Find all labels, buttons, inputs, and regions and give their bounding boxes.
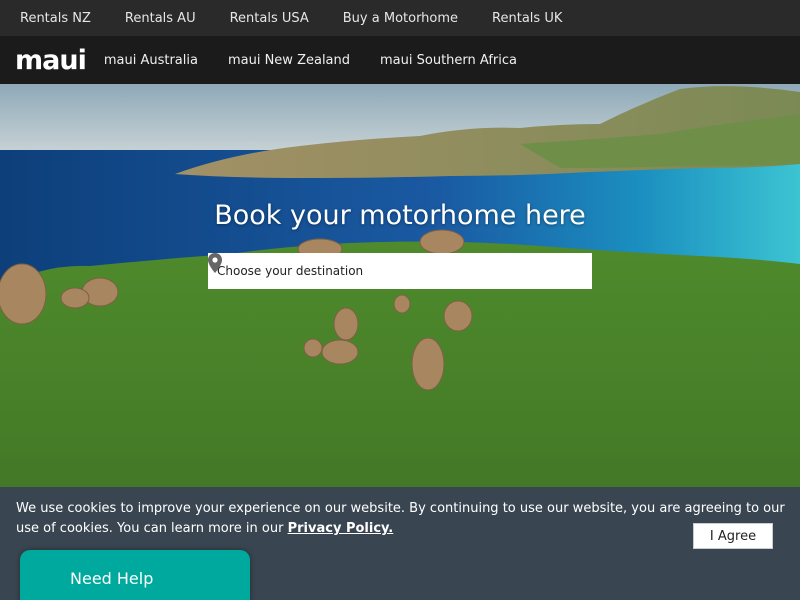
- cookie-message: We use cookies to improve your experienc…: [16, 499, 786, 539]
- need-help-label: Need Help: [70, 569, 154, 588]
- top-navigation: Rentals NZ Rentals AU Rentals USA Buy a …: [0, 0, 800, 36]
- hero-title: Book your motorhome here: [214, 200, 586, 231]
- maui-logo[interactable]: maui: [15, 47, 87, 74]
- destination-select[interactable]: Choose your destination: [208, 253, 592, 289]
- nav-link-maui-new-zealand[interactable]: maui New Zealand: [228, 53, 350, 68]
- privacy-policy-link[interactable]: Privacy Policy.: [288, 521, 394, 536]
- nav-link-rentals-au[interactable]: Rentals AU: [125, 11, 196, 26]
- nav-link-buy-motorhome[interactable]: Buy a Motorhome: [343, 11, 458, 26]
- nav-link-maui-southern-africa[interactable]: maui Southern Africa: [380, 53, 517, 68]
- need-help-button[interactable]: Need Help: [20, 550, 250, 600]
- nav-link-rentals-usa[interactable]: Rentals USA: [230, 11, 309, 26]
- cookie-text: We use cookies to improve your experienc…: [16, 501, 785, 536]
- agree-button[interactable]: I Agree: [693, 523, 773, 549]
- nav-link-maui-australia[interactable]: maui Australia: [104, 53, 198, 68]
- nav-link-rentals-uk[interactable]: Rentals UK: [492, 11, 562, 26]
- nav-link-rentals-nz[interactable]: Rentals NZ: [20, 11, 91, 26]
- destination-placeholder: Choose your destination: [217, 264, 364, 278]
- brand-navigation: maui maui Australia maui New Zealand mau…: [0, 36, 800, 84]
- map-pin-icon: [208, 253, 592, 289]
